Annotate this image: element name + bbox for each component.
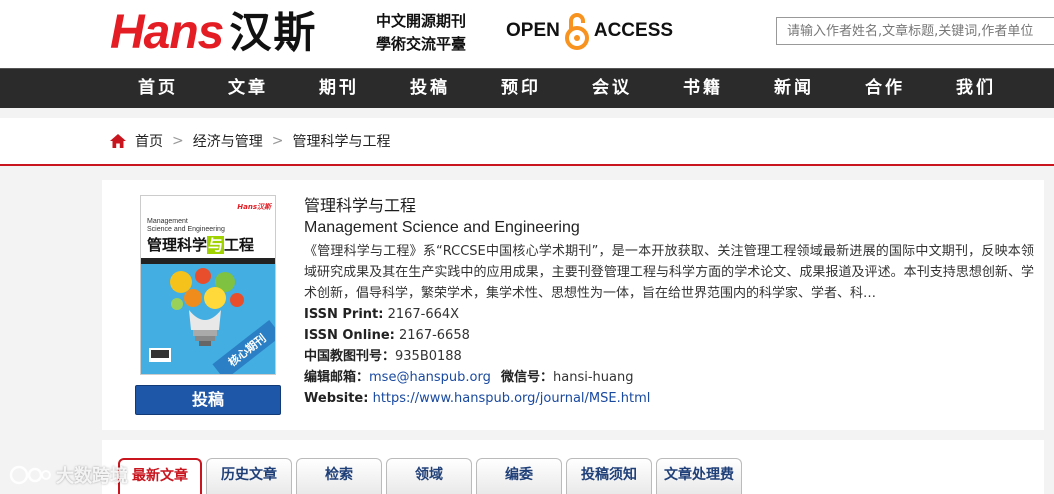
nav-item-journals[interactable]: 期刊	[299, 69, 379, 108]
open-access-logo: OPEN ACCESS	[506, 12, 673, 50]
cn-code-value: 935B0188	[395, 349, 462, 364]
submit-button[interactable]: 投稿	[135, 385, 281, 415]
open-label: OPEN	[506, 20, 560, 41]
lightbulb-gears-icon	[149, 268, 244, 362]
breadcrumb-home-link[interactable]: 首页	[135, 131, 163, 151]
home-icon[interactable]	[110, 134, 126, 148]
nav-item-submit[interactable]: 投稿	[390, 69, 470, 108]
access-label: ACCESS	[593, 20, 674, 41]
nav-item-about[interactable]: 我们	[936, 69, 1016, 108]
logo-hans-text: Hans	[110, 6, 224, 59]
nav-item-articles[interactable]: 文章	[208, 69, 288, 108]
issn-online-value: 2167-6658	[399, 328, 470, 343]
logo-cn-text: 汉斯	[229, 8, 318, 57]
journal-title-en: Management Science and Engineering	[304, 219, 580, 236]
watermark: 大数跨境	[8, 462, 128, 488]
email-label: 编辑邮箱：	[304, 370, 370, 385]
cover-title-en-line1: Management	[147, 218, 188, 225]
slogan: 中文開源期刊 學術交流平臺	[376, 10, 466, 56]
tab-latest-articles[interactable]: 最新文章	[118, 458, 202, 494]
nav-item-home[interactable]: 首页	[118, 69, 198, 108]
slogan-line-2: 學術交流平臺	[376, 35, 467, 53]
tab-past-articles[interactable]: 历史文章	[206, 458, 292, 494]
search-input[interactable]	[776, 17, 1054, 45]
tab-editorial-board[interactable]: 编委	[476, 458, 562, 494]
breadcrumb-category-link[interactable]: 经济与管理	[193, 131, 263, 151]
breadcrumb-current[interactable]: 管理科学与工程	[292, 131, 390, 151]
wechat-value: hansi-huang	[553, 370, 634, 385]
cover-hans-logo: Hans汉斯	[237, 203, 271, 211]
watermark-text: 大数跨境	[56, 466, 128, 487]
breadcrumb: 首页 > 经济与管理 > 管理科学与工程	[110, 118, 390, 164]
tab-author-guidelines[interactable]: 投稿须知	[566, 458, 652, 494]
issn-print-row: ISSN Print: 2167-664X	[304, 304, 1034, 325]
contact-row: 编辑邮箱：mse@hanspub.org 微信号：hansi-huang	[304, 367, 1034, 388]
website-row: Website: https://www.hanspub.org/journal…	[304, 388, 1034, 409]
breadcrumb-bar: 首页 > 经济与管理 > 管理科学与工程	[0, 118, 1054, 166]
hans-logo[interactable]: Hans 汉斯	[110, 6, 317, 60]
nav-item-cooperation[interactable]: 合作	[845, 69, 925, 108]
cover-title-cn-c: 工程	[224, 236, 255, 254]
main-nav: 首页 文章 期刊 投稿 预印 会议 书籍 新闻 合作 我们	[0, 68, 1054, 108]
issn-online-label: ISSN Online:	[304, 328, 395, 343]
nav-item-preprint[interactable]: 预印	[481, 69, 561, 108]
cover-title-en: Management Science and Engineering	[147, 218, 225, 234]
email-link[interactable]: mse@hanspub.org	[369, 370, 491, 385]
open-lock-icon	[564, 13, 589, 50]
cn-code-label: 中国教图刊号：	[304, 349, 396, 364]
issn-print-value: 2167-664X	[387, 307, 460, 322]
nav-item-news[interactable]: 新闻	[754, 69, 834, 108]
tab-processing-charges[interactable]: 文章处理费	[656, 458, 742, 494]
tab-search[interactable]: 检索	[296, 458, 382, 494]
journal-description: 《管理科学与工程》系“RCCSE中国核心学术期刊”，是一本开放获取、关注管理工程…	[304, 244, 1034, 301]
cn-code-row: 中国教图刊号：935B0188	[304, 346, 1034, 367]
nav-item-conferences[interactable]: 会议	[572, 69, 652, 108]
cover-title-cn-b: 与	[207, 236, 225, 254]
cover-title-cn: 管理科学与工程	[147, 234, 254, 255]
slogan-line-1: 中文開源期刊	[376, 12, 467, 30]
journal-info: 管理科学与工程 Management Science and Engineeri…	[304, 195, 1034, 409]
nav-item-books[interactable]: 书籍	[663, 69, 743, 108]
journal-card: Hans汉斯 Management Science and Engineerin…	[102, 180, 1044, 430]
journal-title-cn: 管理科学与工程	[304, 196, 417, 215]
breadcrumb-separator: >	[271, 133, 284, 149]
watermark-logo-icon	[9, 465, 51, 485]
cover-title-en-line2: Science and Engineering	[147, 226, 225, 233]
issn-online-row: ISSN Online: 2167-6658	[304, 325, 1034, 346]
issn-print-label: ISSN Print:	[304, 307, 384, 322]
cover-art: 核心期刊	[141, 264, 275, 374]
cover-title-cn-a: 管理科学	[147, 236, 208, 254]
website-label: Website:	[304, 391, 369, 406]
wechat-label: 微信号：	[501, 370, 554, 385]
breadcrumb-separator: >	[172, 133, 184, 149]
site-header: Hans 汉斯 中文開源期刊 學術交流平臺 OPEN ACCESS	[0, 0, 1054, 68]
website-link[interactable]: https://www.hanspub.org/journal/MSE.html	[373, 391, 651, 406]
tab-fields[interactable]: 领域	[386, 458, 472, 494]
journal-cover-image[interactable]: Hans汉斯 Management Science and Engineerin…	[140, 195, 276, 375]
